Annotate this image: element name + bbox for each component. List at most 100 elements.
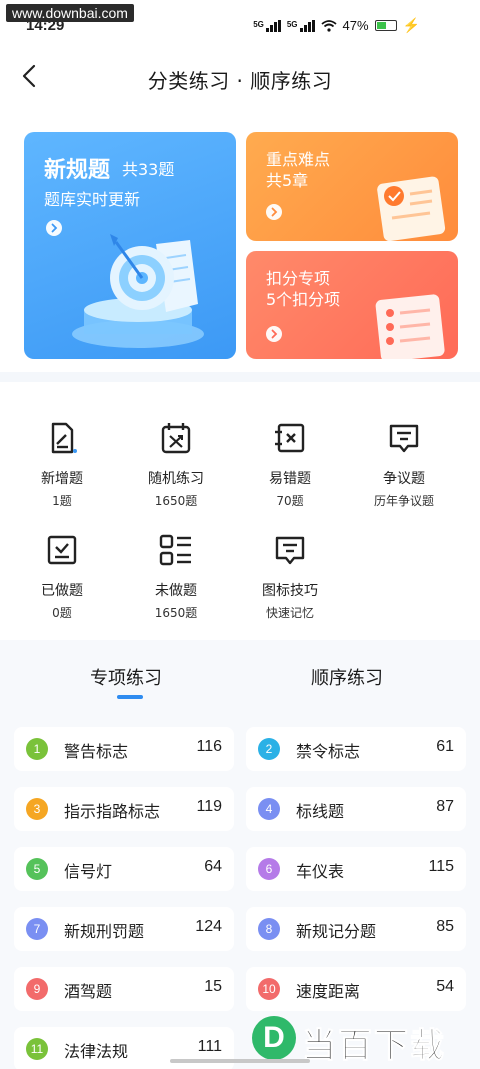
key-points-card[interactable]: 重点难点 共5章 <box>246 132 458 241</box>
chevron-right-icon[interactable] <box>266 204 282 220</box>
done-check-icon <box>47 535 77 565</box>
category-name: 新规刑罚题 <box>64 922 145 941</box>
category-item[interactable]: 2 禁令标志 61 <box>246 727 466 771</box>
category-number: 4 <box>258 798 280 820</box>
charging-icon: ⚡ <box>402 17 420 33</box>
grid-item-undone[interactable]: 未做题 1650题 <box>116 532 236 621</box>
category-count: 54 <box>436 978 454 995</box>
category-item[interactable]: 3 指示指路标志 119 <box>14 787 234 831</box>
grid-item-icon-tips[interactable]: 图标技巧 快速记忆 <box>230 532 350 621</box>
category-number: 5 <box>26 858 48 880</box>
deduction-subtitle: 5个扣分项 <box>266 290 341 309</box>
grid-item-random[interactable]: 随机练习 1650题 <box>116 420 236 509</box>
practice-section: 专项练习 顺序练习 1 警告标志 116 2 禁令标志 61 3 指示指路标志 … <box>0 640 480 1069</box>
category-item[interactable]: 4 标线题 87 <box>246 787 466 831</box>
badge-document-icon <box>377 176 446 241</box>
category-number: 10 <box>258 978 280 1000</box>
grid-label: 争议题 <box>383 471 425 487</box>
grid-sub: 0题 <box>52 606 72 620</box>
page-title: 分类练习 · 顺序练习 <box>147 69 333 93</box>
grid-item-mistakes[interactable]: 易错题 70题 <box>230 420 350 509</box>
category-name: 警告标志 <box>64 742 129 761</box>
category-name: 速度距离 <box>296 982 361 1001</box>
target-illustration-icon <box>72 234 204 348</box>
category-number: 1 <box>26 738 48 760</box>
category-count: 85 <box>436 918 454 935</box>
new-rules-title: 新规题 <box>44 158 111 183</box>
new-rules-count: 共33题 <box>122 160 175 179</box>
wifi-icon <box>320 19 337 32</box>
grid-item-done[interactable]: 已做题 0题 <box>2 532 122 621</box>
category-count: 119 <box>196 798 222 815</box>
category-name: 新规记分题 <box>296 922 377 941</box>
error-book-icon <box>275 423 305 453</box>
category-number: 3 <box>26 798 48 820</box>
deduction-card[interactable]: 扣分专项 5个扣分项 <box>246 251 458 359</box>
grid-sub: 1题 <box>52 494 72 508</box>
dispute-chat-icon <box>389 424 419 453</box>
grid-item-disputed[interactable]: 争议题 历年争议题 <box>344 420 464 509</box>
logo-badge: D <box>252 1016 296 1060</box>
category-name: 指示指路标志 <box>64 802 161 821</box>
category-count: 111 <box>197 1038 222 1055</box>
grid-sub: 快速记忆 <box>265 606 314 620</box>
category-count: 124 <box>195 918 222 935</box>
category-count: 64 <box>204 858 222 875</box>
category-item[interactable]: 9 酒驾题 15 <box>14 967 234 1011</box>
tab-special-practice[interactable]: 专项练习 <box>90 664 162 690</box>
new-doc-icon <box>51 422 77 454</box>
category-name: 法律法规 <box>64 1042 129 1061</box>
grid-label: 随机练习 <box>148 471 204 487</box>
checklist-document-icon <box>375 294 445 359</box>
category-item[interactable]: 8 新规记分题 85 <box>246 907 466 951</box>
new-rules-subtitle: 题库实时更新 <box>44 190 141 209</box>
nav-bar: 分类练习 · 顺序练习 <box>0 56 480 100</box>
signal-5g-label: 5G <box>253 19 264 29</box>
grid-sub: 历年争议题 <box>373 494 434 508</box>
category-name: 信号灯 <box>64 862 113 881</box>
battery-icon <box>374 20 397 31</box>
category-item[interactable]: 1 警告标志 116 <box>14 727 234 771</box>
category-item[interactable]: 10 速度距离 54 <box>246 967 466 1011</box>
grid-sub: 1650题 <box>154 606 198 620</box>
logo-text: 当百下载 <box>302 1026 446 1067</box>
category-item[interactable]: 6 车仪表 115 <box>246 847 466 891</box>
signal-icon: 5G <box>253 19 281 32</box>
category-name: 禁令标志 <box>296 742 361 761</box>
grid-label: 新增题 <box>41 471 83 487</box>
grid-sub: 1650题 <box>154 494 198 508</box>
category-name: 酒驾题 <box>64 982 113 1001</box>
signal-icon: 5G <box>286 19 315 32</box>
tips-chat-icon <box>275 536 305 565</box>
category-item[interactable]: 7 新规刑罚题 124 <box>14 907 234 951</box>
new-rules-card[interactable]: 新规题 共33题 题库实时更新 <box>24 132 236 359</box>
grid-label: 图标技巧 <box>262 583 318 599</box>
category-number: 8 <box>258 918 280 940</box>
category-count: 61 <box>436 738 454 755</box>
category-name: 标线题 <box>296 802 345 821</box>
home-indicator[interactable] <box>170 1059 310 1063</box>
category-name: 车仪表 <box>296 862 345 881</box>
signal-5g-label: 5G <box>286 19 298 29</box>
key-points-subtitle: 共5章 <box>266 171 309 190</box>
active-tab-indicator <box>117 695 143 699</box>
category-count: 115 <box>428 858 454 875</box>
site-watermark: www.downbai.com <box>6 4 134 22</box>
site-logo-watermark: D 当百下载 <box>250 1010 480 1067</box>
category-count: 87 <box>436 798 454 815</box>
category-count: 116 <box>196 738 222 755</box>
grid-label: 未做题 <box>155 583 197 599</box>
category-number: 6 <box>258 858 280 880</box>
category-item[interactable]: 5 信号灯 64 <box>14 847 234 891</box>
chevron-right-icon[interactable] <box>266 326 282 342</box>
category-number: 11 <box>26 1038 48 1060</box>
category-number: 7 <box>26 918 48 940</box>
category-number: 2 <box>258 738 280 760</box>
grid-item-new[interactable]: 新增题 1题 <box>2 420 122 509</box>
grid-label: 易错题 <box>269 471 311 487</box>
grid-label: 已做题 <box>41 583 83 599</box>
battery-percent: 47% <box>342 18 369 33</box>
category-number: 9 <box>26 978 48 1000</box>
grid-sub: 70题 <box>276 494 304 508</box>
tab-sequential-practice[interactable]: 顺序练习 <box>311 664 383 690</box>
